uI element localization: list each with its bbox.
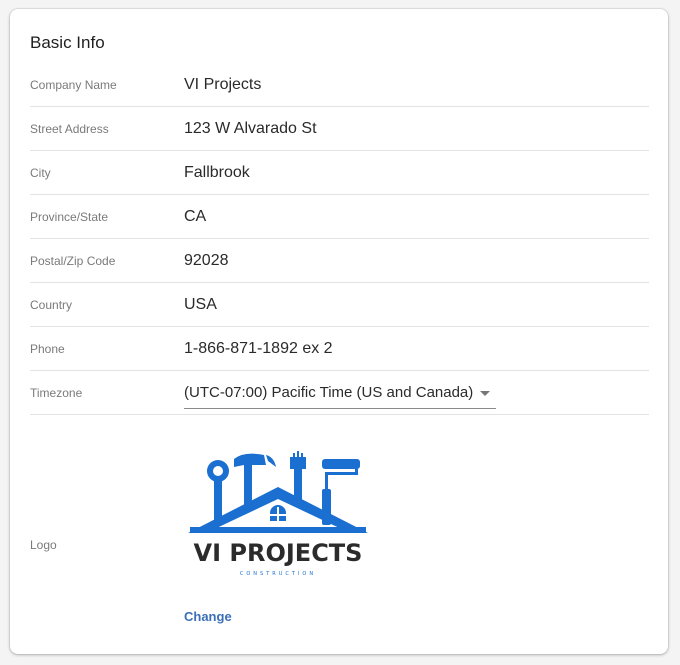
field-label: Country — [30, 297, 73, 312]
field-value: 123 W Alvarado St — [184, 119, 317, 137]
company-logo: VI PROJECTS CONSTRUCTION — [188, 451, 368, 577]
change-logo-link[interactable]: Change — [184, 609, 232, 624]
dropdown-arrow-icon — [480, 391, 490, 396]
field-city: City Fallbrook — [30, 151, 649, 195]
field-value: CA — [184, 207, 207, 225]
timezone-selected-value: (UTC-07:00) Pacific Time (US and Canada) — [184, 384, 474, 401]
field-province-state: Province/State CA — [30, 195, 649, 239]
field-postal-code: Postal/Zip Code 92028 — [30, 239, 649, 283]
field-value: Fallbrook — [184, 163, 250, 181]
field-label: Phone — [30, 341, 65, 356]
field-value: USA — [184, 295, 217, 313]
field-timezone: Timezone (UTC-07:00) Pacific Time (US an… — [30, 371, 649, 415]
basic-info-card: Basic Info Company Name VI Projects Stre… — [10, 9, 668, 654]
field-country: Country USA — [30, 283, 649, 327]
field-label: Logo — [30, 538, 57, 552]
logo-brand-name: VI PROJECTS — [194, 539, 363, 567]
field-label: Postal/Zip Code — [30, 253, 116, 268]
field-phone: Phone 1-866-871-1892 ex 2 — [30, 327, 649, 371]
field-street-address: Street Address 123 W Alvarado St — [30, 107, 649, 151]
field-label: Company Name — [30, 77, 117, 92]
field-label: Timezone — [30, 385, 83, 400]
field-value: 92028 — [184, 251, 229, 269]
timezone-select[interactable]: (UTC-07:00) Pacific Time (US and Canada) — [184, 380, 496, 409]
section-title: Basic Info — [30, 33, 105, 52]
field-label: Street Address — [30, 121, 109, 136]
field-company-name: Company Name VI Projects — [30, 63, 649, 107]
field-value: VI Projects — [184, 75, 262, 93]
field-value: 1-866-871-1892 ex 2 — [184, 339, 333, 357]
field-label: Province/State — [30, 209, 109, 224]
logo-tagline: CONSTRUCTION — [240, 571, 316, 577]
field-logo: Logo VI PROJECTS CONSTRUCTION Change — [30, 419, 649, 649]
field-label: City — [30, 165, 51, 180]
